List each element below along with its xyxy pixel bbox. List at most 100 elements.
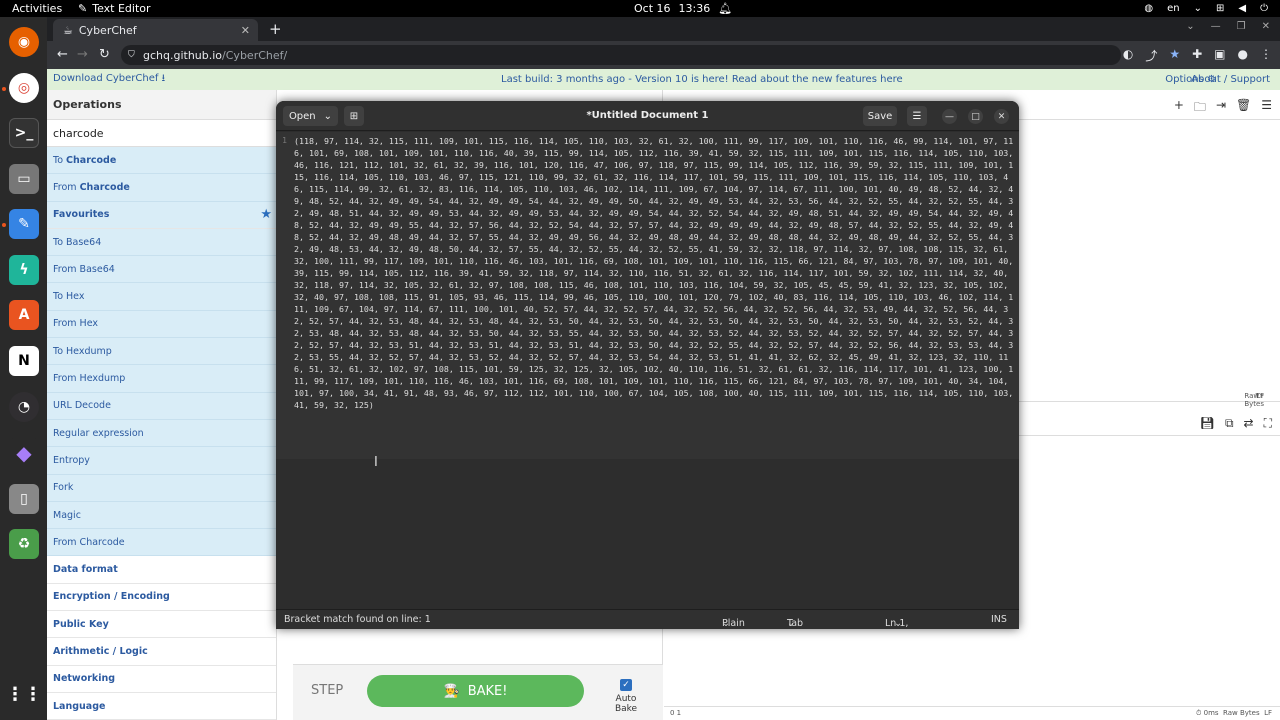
fav-op[interactable]: From Charcode bbox=[47, 529, 276, 557]
hamburger-menu-button[interactable]: ☰ bbox=[907, 106, 927, 126]
category[interactable]: Language bbox=[47, 692, 276, 720]
last-build-notice[interactable]: Last build: 3 months ago - Version 10 is… bbox=[501, 74, 903, 85]
text-view[interactable]: 1 (118, 97, 114, 32, 115, 111, 109, 101,… bbox=[276, 132, 1019, 619]
open-file-icon[interactable]: ⇥ bbox=[1216, 98, 1226, 119]
chrome-menu-icon[interactable]: ⋮ bbox=[1260, 47, 1272, 64]
fav-op[interactable]: Entropy bbox=[47, 447, 276, 475]
device-icon[interactable]: ▯ bbox=[9, 484, 39, 514]
copy-output-icon[interactable]: ⧉ bbox=[1225, 416, 1234, 431]
fav-op[interactable]: To Base64 bbox=[47, 228, 276, 257]
bookmark-star-icon[interactable]: ★ bbox=[1169, 47, 1180, 64]
add-input-icon[interactable]: + bbox=[1174, 98, 1184, 119]
maximize-icon[interactable]: ❐ bbox=[1237, 21, 1246, 32]
op-from-charcode[interactable]: From Charcode bbox=[47, 174, 276, 202]
maximize-output-icon[interactable]: ⛶ bbox=[1264, 416, 1272, 431]
app-grid-icon[interactable]: ⋮⋮ bbox=[6, 679, 42, 709]
side-panel-icon[interactable]: ▣ bbox=[1214, 47, 1225, 64]
about-support-link[interactable]: About / Support bbox=[1191, 74, 1270, 85]
fav-op[interactable]: Fork bbox=[47, 474, 276, 502]
obsidian-icon[interactable]: ◆ bbox=[9, 438, 39, 468]
output-eol[interactable]: LF bbox=[1264, 709, 1272, 717]
back-icon[interactable]: ← bbox=[57, 47, 68, 62]
notion-icon[interactable]: N bbox=[9, 346, 39, 376]
mouse-ibeam-cursor-icon: I bbox=[374, 455, 378, 470]
close-icon[interactable]: ✕ bbox=[1262, 21, 1270, 32]
new-tab-button[interactable]: + bbox=[269, 20, 282, 38]
category[interactable]: Networking bbox=[47, 665, 276, 693]
bake-button[interactable]: 👨‍🍳 BAKE! bbox=[367, 675, 584, 707]
volume-icon: ◀︎ bbox=[1238, 3, 1247, 14]
operations-search-input[interactable]: charcode bbox=[47, 120, 276, 147]
favourite-star-icon: ★ bbox=[260, 207, 272, 223]
category[interactable]: Arithmetic / Logic bbox=[47, 638, 276, 666]
output-status-bar: 0 1 ⏱ 0ms Raw Bytes LF bbox=[664, 706, 1280, 720]
active-app-menu[interactable]: ✎ Text Editor bbox=[78, 2, 151, 15]
terminal-icon[interactable]: >_ bbox=[9, 118, 39, 148]
browser-tab-strip: ☕ CyberChef ✕ + ⌄ — ❐ ✕ bbox=[47, 17, 1280, 41]
app-icon[interactable]: ϟ bbox=[9, 255, 39, 285]
category[interactable]: Public Key bbox=[47, 611, 276, 639]
timer-icon: ⏱ bbox=[1195, 709, 1204, 717]
input-eol[interactable]: LF bbox=[1256, 392, 1264, 400]
fav-op[interactable]: From Hex bbox=[47, 310, 276, 339]
close-button[interactable]: ✕ bbox=[994, 109, 1009, 124]
app-store-icon[interactable]: A bbox=[9, 300, 39, 330]
category[interactable]: Data format bbox=[47, 556, 276, 584]
fav-op[interactable]: From Hexdump bbox=[47, 365, 276, 393]
google-lens-icon[interactable]: ◐ bbox=[1123, 47, 1133, 64]
save-button[interactable]: Save bbox=[863, 106, 897, 126]
fav-op[interactable]: To Hex bbox=[47, 283, 276, 311]
text-editor-statusbar: Bracket match found on line: 1 Plain Tex… bbox=[276, 609, 1019, 629]
files-icon[interactable]: ▭ bbox=[9, 164, 39, 194]
insert-mode-indicator[interactable]: INS bbox=[991, 614, 1007, 625]
firefox-icon[interactable]: ◉ bbox=[9, 27, 39, 57]
download-cyberchef-link[interactable]: Download CyberChef ⭳ bbox=[53, 71, 165, 88]
forward-icon[interactable]: → bbox=[77, 47, 88, 62]
fav-op[interactable]: URL Decode bbox=[47, 392, 276, 420]
step-button[interactable]: STEP bbox=[311, 683, 343, 698]
delete-icon[interactable]: 🗑 bbox=[1236, 98, 1251, 119]
fav-op[interactable]: To Hexdump bbox=[47, 338, 276, 366]
activities-button[interactable]: Activities bbox=[12, 2, 62, 15]
category[interactable]: Encryption / Encoding bbox=[47, 583, 276, 612]
cursor-position-selector[interactable]: Ln 1, Col 3117 ⌄ bbox=[885, 614, 908, 629]
system-tray[interactable]: ◍ en ⌄ ⊞ ◀︎ ⏻ bbox=[1144, 3, 1268, 14]
op-match: Charcode bbox=[79, 181, 130, 193]
site-info-icon[interactable]: ⛉ bbox=[128, 50, 135, 60]
favourites-label: Favourites bbox=[53, 209, 110, 221]
address-bar[interactable]: ⛉ gchq.github.io/CyberChef/ bbox=[121, 45, 1121, 65]
operations-title: Operations bbox=[47, 90, 276, 120]
share-icon[interactable]: ⤴ bbox=[1145, 47, 1157, 64]
layout-icon[interactable]: ☰ bbox=[1261, 98, 1272, 119]
cyberchef-favicon-icon: ☕ bbox=[63, 23, 73, 37]
url-host: gchq.github.io bbox=[143, 48, 223, 62]
minimize-icon[interactable]: — bbox=[1211, 21, 1221, 32]
tab-search-icon[interactable]: ⌄ bbox=[1186, 21, 1194, 32]
op-to-charcode[interactable]: To Charcode bbox=[47, 147, 276, 175]
output-encoding[interactable]: Raw Bytes bbox=[1223, 709, 1260, 717]
replace-input-icon[interactable]: ⇄ bbox=[1244, 416, 1254, 431]
browser-toolbar-icons: ◐ ⤴ ★ ✚ ▣ ● ⋮ bbox=[1123, 47, 1272, 64]
keyboard-language[interactable]: en bbox=[1167, 3, 1180, 14]
fav-op[interactable]: From Base64 bbox=[47, 256, 276, 284]
save-output-icon[interactable]: 💾︎ bbox=[1200, 416, 1215, 431]
clock[interactable]: Oct 16 13:36 🔔︎ bbox=[634, 2, 732, 15]
extensions-icon[interactable]: ✚ bbox=[1192, 47, 1202, 64]
auto-bake-checkbox[interactable]: ✓ Auto Bake bbox=[604, 679, 648, 714]
text-editor-icon[interactable]: ✎ bbox=[9, 209, 39, 239]
trash-icon[interactable]: ♻ bbox=[9, 529, 39, 559]
fav-op[interactable]: Magic bbox=[47, 501, 276, 530]
document-content[interactable]: (118, 97, 114, 32, 115, 111, 109, 101, 1… bbox=[294, 135, 1016, 411]
open-folder-icon[interactable]: 🗀 bbox=[1194, 98, 1206, 119]
close-tab-icon[interactable]: ✕ bbox=[241, 24, 250, 37]
active-app-name: Text Editor bbox=[92, 2, 151, 15]
fav-op[interactable]: Regular expression bbox=[47, 419, 276, 448]
obs-icon[interactable]: ◔ bbox=[9, 392, 39, 422]
maximize-button[interactable]: □ bbox=[968, 109, 983, 124]
category-favourites[interactable]: Favourites ★ bbox=[47, 201, 276, 229]
profile-avatar[interactable]: ● bbox=[1238, 47, 1248, 64]
browser-tab-cyberchef[interactable]: ☕ CyberChef ✕ bbox=[53, 19, 258, 41]
reload-icon[interactable]: ↻ bbox=[99, 47, 110, 62]
minimize-button[interactable]: — bbox=[942, 109, 957, 124]
chrome-icon[interactable]: ◎ bbox=[9, 73, 39, 103]
